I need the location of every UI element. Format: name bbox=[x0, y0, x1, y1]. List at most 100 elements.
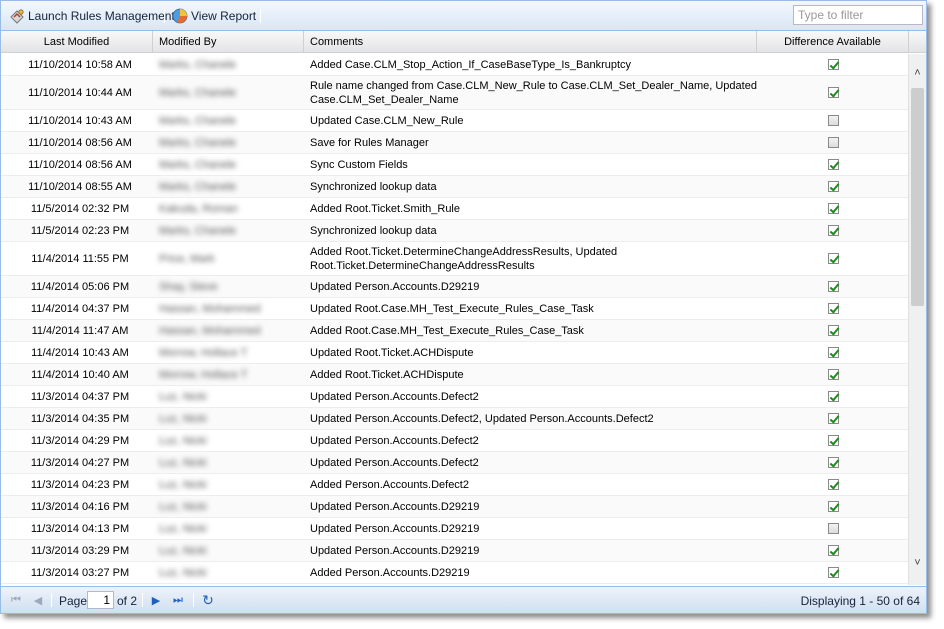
checkbox-checked-icon[interactable] bbox=[827, 413, 839, 424]
grid-body: 11/10/2014 10:58 AM Marks, Chanele Added C… bbox=[1, 54, 908, 585]
modified-by-cell: Morrow, Hollace T bbox=[159, 364, 304, 385]
table-row[interactable]: 11/4/2014 10:40 AM Morrow, Hollace T Added… bbox=[1, 364, 908, 386]
scroll-thumb[interactable] bbox=[911, 88, 924, 306]
modified-by-cell: Luz, Nicki bbox=[159, 496, 304, 517]
pager-separator bbox=[142, 593, 143, 607]
last-modified-cell: 11/4/2014 11:55 PM bbox=[1, 242, 153, 275]
checkbox-checked-icon[interactable] bbox=[827, 369, 839, 380]
comment-cell: Added Root.Case.MH_Test_Execute_Rules_Ca… bbox=[310, 320, 758, 341]
launch-rules-management-button[interactable]: Launch Rules Management bbox=[9, 7, 175, 25]
modified-by-cell-text: Luz, Nicki bbox=[159, 544, 207, 557]
last-page-icon[interactable]: ⏭ bbox=[171, 593, 185, 607]
checkbox-checked-icon[interactable] bbox=[827, 303, 839, 314]
rules-manager-icon bbox=[10, 9, 24, 24]
modified-by-cell: Luz, Nicki bbox=[159, 518, 304, 539]
table-row[interactable]: 11/10/2014 08:55 AM Marks, Chanele Synchro… bbox=[1, 176, 908, 198]
modified-by-cell-text: Morrow, Hollace T bbox=[159, 368, 248, 381]
last-modified-cell: 11/5/2014 02:32 PM bbox=[1, 198, 153, 219]
last-modified-cell-text: 11/10/2014 08:56 AM bbox=[28, 158, 132, 171]
modified-by-cell-text: Marks, Chanele bbox=[159, 114, 237, 127]
column-header-modified-by[interactable]: Modified By bbox=[153, 31, 304, 53]
checkbox-checked-icon[interactable] bbox=[827, 391, 839, 402]
last-modified-cell: 11/10/2014 10:58 AM bbox=[1, 54, 153, 75]
difference-available-cell bbox=[757, 110, 908, 131]
checkbox-checked-icon[interactable] bbox=[827, 435, 839, 446]
checkbox-checked-icon[interactable] bbox=[827, 225, 839, 236]
checkbox-checked-icon[interactable] bbox=[827, 545, 839, 556]
table-row[interactable]: 11/10/2014 10:44 AM Marks, Chanele Rule na… bbox=[1, 76, 908, 110]
checkbox-checked-icon[interactable] bbox=[827, 281, 839, 292]
modified-by-cell-text: Kakuda, Roman bbox=[159, 202, 238, 215]
last-modified-cell: 11/10/2014 08:56 AM bbox=[1, 132, 153, 153]
checkbox-checked-icon[interactable] bbox=[827, 567, 839, 578]
checkbox-checked-icon[interactable] bbox=[827, 457, 839, 468]
checkbox-checked-icon[interactable] bbox=[827, 181, 839, 192]
toolbar-separator bbox=[164, 9, 165, 23]
refresh-icon[interactable]: ↻ bbox=[201, 592, 215, 608]
comment-cell: Added Root.Ticket.DetermineChangeAddress… bbox=[310, 242, 758, 275]
checkbox-checked-icon[interactable] bbox=[827, 87, 839, 98]
table-row[interactable]: 11/10/2014 10:43 AM Marks, Chanele Updated… bbox=[1, 110, 908, 132]
checkbox-checked-icon[interactable] bbox=[827, 159, 839, 170]
modified-by-cell-text: Marks, Chanele bbox=[159, 58, 237, 71]
prev-page-icon[interactable]: ◀ bbox=[31, 593, 45, 607]
table-row[interactable]: 11/4/2014 05:06 PM Shay, Steve Updated Per… bbox=[1, 276, 908, 298]
scroll-up-icon[interactable]: ˄ bbox=[909, 64, 926, 81]
column-header-comments[interactable]: Comments bbox=[304, 31, 757, 53]
checkbox-unchecked-icon[interactable] bbox=[827, 115, 839, 126]
table-row[interactable]: 11/3/2014 04:27 PM Luz, Nicki Updated Pers… bbox=[1, 452, 908, 474]
table-row[interactable]: 11/5/2014 02:32 PM Kakuda, Roman Added Roo… bbox=[1, 198, 908, 220]
vertical-scrollbar[interactable]: ˄ ˅ bbox=[908, 54, 926, 585]
first-page-icon[interactable]: ⏮ bbox=[9, 593, 23, 607]
table-row[interactable]: 11/3/2014 03:29 PM Luz, Nicki Updated Pers… bbox=[1, 540, 908, 562]
checkbox-checked-icon[interactable] bbox=[827, 253, 839, 264]
checkbox-unchecked-icon[interactable] bbox=[827, 137, 839, 148]
last-modified-cell-text: 11/10/2014 08:56 AM bbox=[28, 136, 132, 149]
column-header-difference-available[interactable]: Difference Available bbox=[757, 31, 909, 53]
difference-available-cell bbox=[757, 276, 908, 297]
last-modified-cell-text: 11/3/2014 04:27 PM bbox=[30, 456, 130, 469]
comment-cell: Rule name changed from Case.CLM_New_Rule… bbox=[310, 76, 758, 109]
table-row[interactable]: 11/3/2014 04:37 PM Luz, Nicki Updated Pers… bbox=[1, 386, 908, 408]
difference-available-cell bbox=[757, 154, 908, 175]
page-number-input[interactable] bbox=[87, 591, 114, 609]
table-row[interactable]: 11/10/2014 08:56 AM Marks, Chanele Save fo… bbox=[1, 132, 908, 154]
modified-by-cell: Hassan, Mohammed bbox=[159, 298, 304, 319]
last-modified-cell-text: 11/10/2014 08:55 AM bbox=[28, 180, 132, 193]
table-row[interactable]: 11/3/2014 04:13 PM Luz, Nicki Updated Pers… bbox=[1, 518, 908, 540]
checkbox-checked-icon[interactable] bbox=[827, 501, 839, 512]
table-row[interactable]: 11/4/2014 11:55 PM Price, Mark Added Root.… bbox=[1, 242, 908, 276]
difference-available-cell bbox=[757, 562, 908, 583]
checkbox-checked-icon[interactable] bbox=[827, 203, 839, 214]
view-report-button[interactable]: View Report bbox=[172, 7, 256, 25]
filter-input[interactable] bbox=[793, 5, 923, 25]
table-row[interactable]: 11/4/2014 04:37 PM Hassan, Mohammed Update… bbox=[1, 298, 908, 320]
checkbox-unchecked-icon[interactable] bbox=[827, 523, 839, 534]
table-row[interactable]: 11/4/2014 10:43 AM Morrow, Hollace T Updat… bbox=[1, 342, 908, 364]
table-row[interactable]: 11/3/2014 04:23 PM Luz, Nicki Added Person… bbox=[1, 474, 908, 496]
scroll-down-icon[interactable]: ˅ bbox=[909, 554, 926, 571]
modified-by-cell: Morrow, Hollace T bbox=[159, 342, 304, 363]
table-row[interactable]: 11/4/2014 11:47 AM Hassan, Mohammed Added … bbox=[1, 320, 908, 342]
last-modified-cell: 11/3/2014 03:27 PM bbox=[1, 562, 153, 583]
next-page-icon[interactable]: ▶ bbox=[149, 593, 163, 607]
checkbox-checked-icon[interactable] bbox=[827, 479, 839, 490]
checkbox-checked-icon[interactable] bbox=[827, 59, 839, 70]
checkbox-checked-icon[interactable] bbox=[827, 347, 839, 358]
table-row[interactable]: 11/5/2014 02:23 PM Marks, Chanele Synchron… bbox=[1, 220, 908, 242]
table-row[interactable]: 11/3/2014 03:27 PM Luz, Nicki Added Person… bbox=[1, 562, 908, 584]
view-report-label: View Report bbox=[191, 9, 257, 23]
table-row[interactable]: 11/3/2014 04:35 PM Luz, Nicki Updated Pers… bbox=[1, 408, 908, 430]
column-header-last-modified[interactable]: Last Modified bbox=[1, 31, 153, 53]
table-row[interactable]: 11/10/2014 08:56 AM Marks, Chanele Sync Cu… bbox=[1, 154, 908, 176]
table-row[interactable]: 11/3/2014 04:16 PM Luz, Nicki Updated Pers… bbox=[1, 496, 908, 518]
modified-by-cell-text: Luz, Nicki bbox=[159, 434, 207, 447]
modified-by-cell-text: Price, Mark bbox=[159, 252, 215, 265]
checkbox-checked-icon[interactable] bbox=[827, 325, 839, 336]
table-row[interactable]: 11/10/2014 10:58 AM Marks, Chanele Added C… bbox=[1, 54, 908, 76]
difference-available-cell bbox=[757, 298, 908, 319]
last-modified-cell-text: 11/10/2014 10:58 AM bbox=[28, 58, 132, 71]
difference-available-cell bbox=[757, 198, 908, 219]
table-row[interactable]: 11/3/2014 04:29 PM Luz, Nicki Updated Pers… bbox=[1, 430, 908, 452]
last-modified-cell-text: 11/3/2014 04:29 PM bbox=[30, 434, 130, 447]
